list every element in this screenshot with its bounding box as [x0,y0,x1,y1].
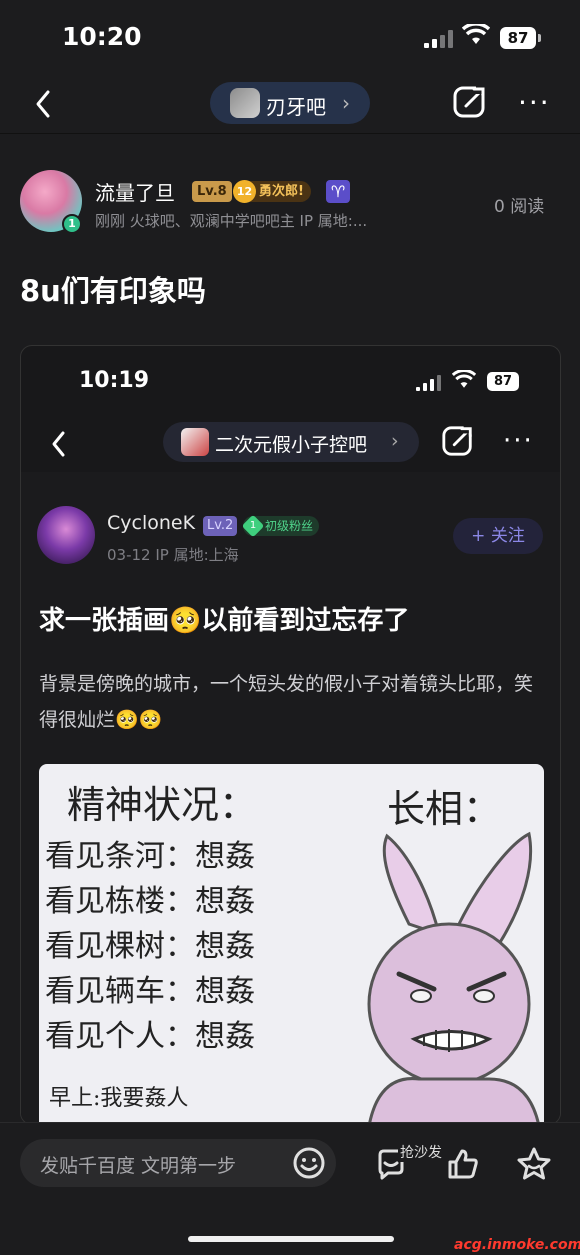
embedded-forum-name: 二次元假小子控吧 [215,434,368,456]
zodiac-icon: ♈ [326,180,350,203]
embedded-status-time: 10:19 [79,368,150,393]
avatar-level-badge: 1 [62,214,82,234]
signal-icon [424,30,454,48]
author-meta: 刚刚 火球吧、观澜中学吧吧主 IP 属地:... [95,212,368,230]
author-name[interactable]: 流量了旦 [95,177,175,206]
status-time: 10:20 [62,22,142,51]
wifi-icon [462,24,490,44]
embedded-avatar [37,506,95,564]
embedded-share-icon [442,424,475,456]
nav-bar: 刃牙吧 › ··· [0,72,580,134]
comment-input-placeholder: 发贴千百度 文明第一步 [40,1155,237,1177]
embedded-forum-avatar [181,428,209,456]
embedded-back-icon [52,431,65,457]
forum-name: 刃牙吧 [266,95,326,119]
embedded-more-icon: ··· [503,426,534,456]
embedded-battery-icon: 87 [487,372,519,391]
sofa-label: 抢沙发 [398,1142,444,1162]
meme-line: 看见条河：想姦 [45,839,255,874]
forum-pill[interactable]: 刃牙吧 › [210,82,370,124]
meme-lines: 看见条河：想姦 看见栋楼：想姦 看见棵树：想姦 看见辆车：想姦 看见个人：想姦 [45,834,255,1059]
star-icon[interactable] [516,1146,552,1182]
embedded-post-title: 求一张插画🥺以前看到过忘存了 [39,606,410,636]
post-image[interactable]: 10:19 87 二次元假小子控吧 › ··· CycloneK Lv.2 1 [20,345,561,1125]
meme-line: 看见棵树：想姦 [45,929,255,964]
embedded-meme-image: 精神状况： 长相： 看见条河：想姦 看见栋楼：想姦 看见棵树：想姦 看见辆车：想… [39,764,544,1124]
battery-icon: 87 [500,27,536,49]
embedded-fan-badge: 1 初级粉丝 [241,514,320,538]
title-badge-number: 12 [233,180,256,203]
more-icon[interactable]: ··· [518,86,551,119]
title-badge-label: 勇次郎! [259,184,304,199]
embedded-post-body: CycloneK Lv.2 1 初级粉丝 03-12 IP 属地:上海 + 关注… [21,472,560,1124]
watermark: acg.inmoke.com [454,1237,580,1253]
like-icon[interactable] [446,1147,480,1181]
embedded-fan-badge-label: 初级粉丝 [265,519,314,533]
embedded-wifi-icon [452,370,476,388]
meme-left-title: 精神状况： [67,783,258,827]
post-title: 8u们有印象吗 [20,274,206,308]
embedded-fan-badge-number: 1 [249,520,257,531]
author-row: 1 流量了旦 Lv.8 12 勇次郎! ♈ 刚刚 火球吧、观澜中学吧吧主 IP … [0,168,580,240]
embedded-user-name: CycloneK [107,512,196,534]
home-indicator [188,1236,394,1242]
level-badge: Lv.8 [192,181,232,202]
status-bar: 10:20 87 [0,0,580,72]
embedded-post-text: 背景是傍晚的城市，一个短头发的假小子对着镜头比耶，笑得很灿烂🥺🥺 [39,673,534,731]
embedded-signal-icon [416,375,442,391]
emoji-icon[interactable] [292,1146,326,1180]
angry-rabbit-illustration [367,831,541,1124]
chevron-right-icon: › [342,91,350,115]
bottom-bar: 发贴千百度 文明第一步 抢沙发 acg.inmoke.com [0,1122,580,1255]
read-count: 0 阅读 [494,197,545,217]
embedded-follow-button: + 关注 [453,518,543,554]
comment-input[interactable]: 发贴千百度 文明第一步 [20,1139,336,1187]
share-icon[interactable] [452,84,488,120]
meme-caption: 早上:我要姦人 [49,1086,189,1111]
title-badge: 12 勇次郎! [233,180,311,203]
embedded-nav-bar: 二次元假小子控吧 › ··· [21,416,560,472]
battery-tip [538,34,541,42]
embedded-forum-pill: 二次元假小子控吧 › [163,422,419,462]
embedded-level-badge: Lv.2 [203,516,238,536]
meme-line: 看见栋楼：想姦 [45,884,255,919]
meme-line: 看见辆车：想姦 [45,974,255,1009]
embedded-user-meta: 03-12 IP 属地:上海 [107,546,239,564]
back-icon[interactable] [30,84,60,124]
embedded-fan-badge-icon: 1 [241,514,265,538]
embedded-chevron-right-icon: › [391,430,399,452]
meme-line: 看见个人：想姦 [45,1019,255,1054]
forum-avatar [230,88,260,118]
